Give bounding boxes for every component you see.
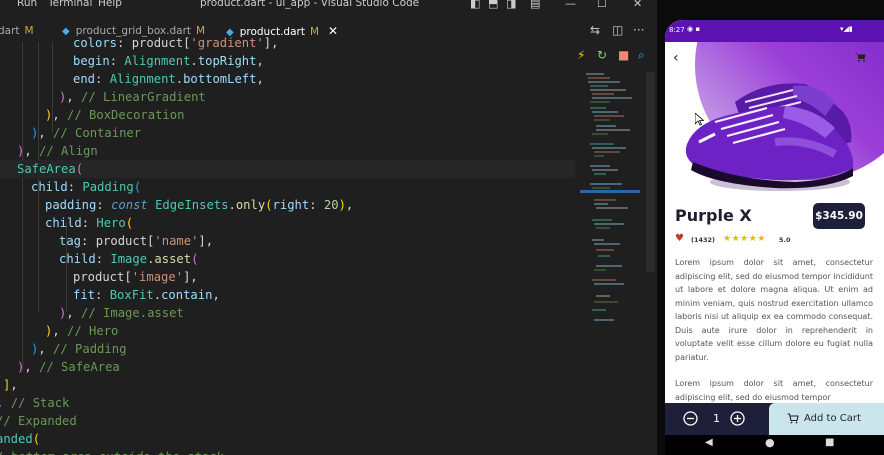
modified-badge: M: [24, 25, 34, 37]
code-line: child: Image.asset(: [59, 252, 199, 266]
code-line: ), // SafeArea: [17, 360, 120, 374]
status-bar: 8:27 ◉ ▪ ▾◢▮: [665, 20, 884, 42]
code-line: ), // Container: [31, 126, 142, 140]
toggle-sidebar-icon[interactable]: ◧: [470, 0, 480, 10]
description-paragraph: Lorem ipsum dolor sit amet, consectetur …: [675, 258, 873, 362]
code-line: / bottom area outside the stack: [0, 448, 223, 455]
minimize-button[interactable]: —: [565, 0, 576, 10]
code-editor[interactable]: colors: product['gradient'], begin: Alig…: [0, 36, 575, 455]
dart-file-icon: ◆: [62, 26, 70, 37]
wifi-icon: ▾◢▮: [840, 25, 853, 33]
editor-scrollbar[interactable]: [646, 72, 655, 272]
code-line: child: Padding(: [31, 180, 142, 194]
toggle-secondary-sidebar-icon[interactable]: ◨: [506, 0, 516, 10]
price-badge: $345.90: [813, 203, 865, 229]
indent-guide: [22, 42, 23, 372]
product-description: Lorem ipsum dolor sit amet, consectetur …: [675, 256, 873, 404]
close-tab-icon[interactable]: ✕: [328, 24, 338, 38]
android-nav-bar: ◀ ● ■: [665, 435, 884, 455]
devtools-icon[interactable]: ⌕: [638, 48, 645, 63]
description-paragraph: Lorem ipsum dolor sit amet, consectetur …: [675, 379, 873, 402]
code-line: ), // Image.asset: [59, 306, 184, 320]
code-line: ), // LinearGradient: [59, 90, 206, 104]
code-line: ), // Align: [17, 144, 98, 158]
tab-label: dart: [0, 25, 20, 37]
phone-screen: ‹ 8:27 ◉ ▪ ▾◢▮ Purple X $345.90 ♥ (1432)…: [665, 20, 884, 455]
code-line: product['image'],: [73, 270, 198, 284]
code-line: tag: product['name'],: [59, 234, 214, 248]
rating-stars: ★★★★★: [723, 234, 766, 244]
vscode-window: Run Terminal Help product.dart - ui_app …: [0, 0, 657, 455]
heart-icon[interactable]: ♥: [675, 233, 684, 244]
compare-changes-icon[interactable]: ⇆: [590, 23, 600, 37]
toggle-panel-icon[interactable]: ⬒: [488, 0, 498, 10]
menu-terminal[interactable]: Terminal: [48, 0, 92, 9]
minus-circle-icon[interactable]: [683, 411, 698, 426]
status-time: 8:27: [669, 26, 685, 34]
code-line: , // Stack: [0, 396, 70, 410]
more-actions-icon[interactable]: ···: [633, 23, 644, 37]
product-title: Purple X: [675, 206, 752, 225]
arrow-back-icon[interactable]: ‹: [673, 50, 679, 66]
settings-status-icon: ◉ ▪: [687, 25, 701, 33]
review-count: (1432): [691, 236, 716, 244]
code-line: anded(: [0, 432, 41, 446]
android-emulator: ‹ 8:27 ◉ ▪ ▾◢▮ Purple X $345.90 ♥ (1432)…: [657, 0, 884, 455]
code-line: ), // Hero: [45, 324, 119, 338]
code-line: ), // Padding: [31, 342, 127, 356]
title-bar: Run Terminal Help product.dart - ui_app …: [0, 0, 657, 12]
hot-reload-icon[interactable]: ⚡: [577, 48, 585, 62]
recents-nav-icon[interactable]: ■: [825, 437, 834, 448]
modified-badge: M: [309, 26, 320, 38]
code-line: colors: product['gradient'],: [73, 36, 279, 50]
menu-help[interactable]: Help: [98, 0, 122, 9]
code-line: padding: const EdgeInsets.only(right: 20…: [45, 198, 354, 212]
add-to-cart-label: Add to Cart: [804, 413, 861, 424]
add-to-cart-button[interactable]: Add to Cart: [769, 403, 884, 435]
code-line: end: Alignment.bottomLeft,: [73, 72, 264, 86]
cart-icon: [787, 413, 799, 424]
menu-run[interactable]: Run: [17, 0, 37, 9]
code-line: begin: Alignment.topRight,: [73, 54, 264, 68]
home-nav-icon[interactable]: ●: [765, 436, 775, 449]
back-nav-icon[interactable]: ◀: [705, 437, 713, 448]
maximize-button[interactable]: ☐: [597, 0, 607, 10]
tab-dart[interactable]: dart M: [0, 20, 34, 42]
code-line: ), // BoxDecoration: [45, 108, 185, 122]
code-line: // Expanded: [0, 414, 77, 428]
shoe-image: [685, 83, 854, 191]
split-editor-icon[interactable]: ◫: [612, 23, 623, 37]
code-line: child: Hero(: [45, 216, 134, 230]
mouse-cursor-icon: [695, 113, 704, 126]
code-line-current: SafeArea(: [0, 160, 575, 178]
customize-layout-icon[interactable]: ▤: [530, 0, 540, 10]
code-line: fit: BoxFit.contain,: [73, 288, 220, 302]
minimap[interactable]: [580, 70, 640, 400]
close-window-button[interactable]: ✕: [633, 0, 642, 10]
window-title: product.dart - ui_app - Visual Studio Co…: [200, 0, 420, 9]
code-line: ],: [3, 378, 18, 392]
shopping-cart-icon[interactable]: [855, 52, 866, 62]
quantity-value: 1: [713, 412, 720, 425]
bottom-action-bar: 1 Add to Cart: [665, 403, 884, 435]
hot-restart-icon[interactable]: ↻: [597, 48, 607, 62]
stop-icon[interactable]: ■: [618, 48, 629, 62]
plus-circle-icon[interactable]: [730, 411, 745, 426]
rating-value: 5.0: [779, 236, 791, 244]
